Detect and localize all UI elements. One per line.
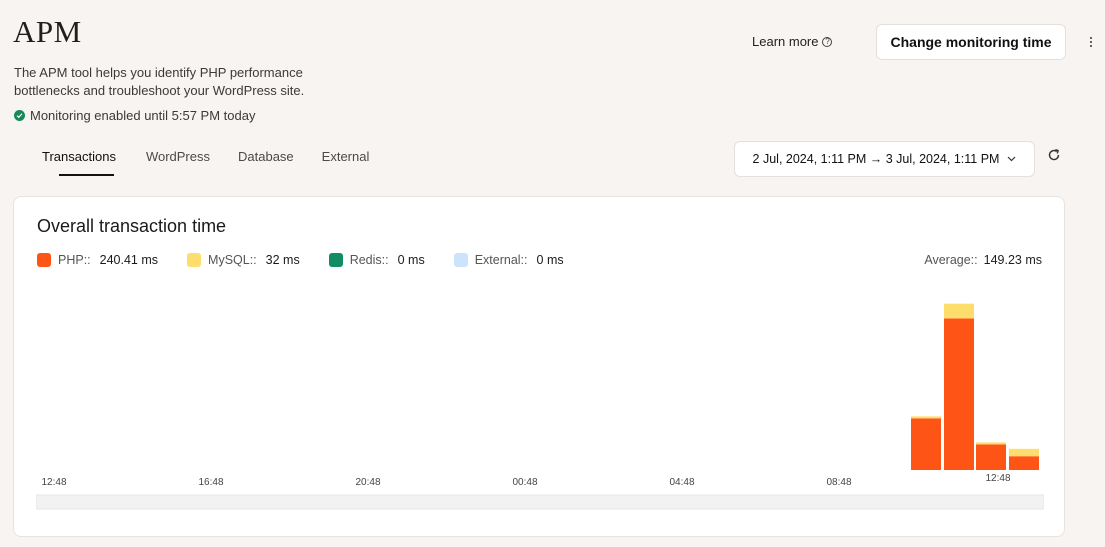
tab-database[interactable]: Database bbox=[224, 142, 308, 171]
x-tick-label: 20:48 bbox=[355, 477, 380, 488]
apm-page: APM The APM tool helps you identify PHP … bbox=[0, 0, 1105, 547]
card-title: Overall transaction time bbox=[37, 216, 227, 236]
bar-3-php[interactable] bbox=[976, 444, 1006, 470]
x-tick-label: 08:48 bbox=[826, 477, 851, 488]
bar-3-mysql[interactable] bbox=[976, 442, 1006, 445]
monitoring-status-text: Monitoring enabled until 5:57 PM today bbox=[30, 108, 256, 123]
page-title: APM bbox=[13, 14, 82, 49]
tab-bar: Transactions WordPress Database External bbox=[28, 142, 384, 176]
average-number: 149.23 ms bbox=[983, 253, 1042, 267]
x-tick-label: 00:48 bbox=[512, 477, 537, 488]
transaction-time-chart: 12:48 16:48 20:48 00:48 04:48 08:48 12:48 bbox=[36, 303, 1044, 510]
legend-value: 32 ms bbox=[265, 253, 300, 267]
bar-2-php[interactable] bbox=[944, 318, 974, 470]
legend-swatch-mysql bbox=[187, 253, 202, 267]
bar-4-mysql[interactable] bbox=[1009, 448, 1039, 457]
x-tick-label: 12:48 bbox=[985, 473, 1010, 484]
learn-more-link[interactable]: Learn more ? bbox=[752, 34, 833, 49]
legend-swatch-external bbox=[453, 253, 468, 267]
legend-value: 0 ms bbox=[397, 253, 425, 267]
help-circle-icon: ? bbox=[822, 36, 833, 47]
legend-label: PHP:: bbox=[58, 253, 91, 267]
legend-value: 0 ms bbox=[536, 253, 564, 267]
x-tick-label: 04:48 bbox=[669, 477, 694, 488]
legend-label: Redis:: bbox=[349, 253, 389, 267]
bar-2-mysql[interactable] bbox=[944, 303, 974, 319]
legend-item-external[interactable]: External:: 0 ms bbox=[453, 253, 564, 267]
tab-external[interactable]: External bbox=[308, 142, 384, 171]
chevron-down-icon bbox=[1008, 156, 1016, 162]
refresh-icon[interactable] bbox=[1045, 146, 1063, 164]
date-range-select[interactable]: 2 Jul, 2024, 1:11 PM → 3 Jul, 2024, 1:11… bbox=[734, 141, 1035, 177]
date-range-value: 2 Jul, 2024, 1:11 PM → 3 Jul, 2024, 1:11… bbox=[752, 152, 1000, 166]
x-tick-label: 16:48 bbox=[198, 477, 223, 488]
legend-item-redis[interactable]: Redis:: 0 ms bbox=[328, 253, 425, 267]
legend-label: MySQL:: bbox=[208, 253, 257, 267]
legend-label: External:: bbox=[474, 253, 528, 267]
legend-item-php[interactable]: PHP:: 240.41 ms bbox=[37, 253, 158, 267]
legend-value: 240.41 ms bbox=[99, 253, 159, 267]
average-label: Average:: bbox=[924, 253, 978, 267]
tab-transactions[interactable]: Transactions bbox=[28, 142, 132, 176]
learn-more-label: Learn more bbox=[752, 34, 819, 49]
legend-swatch-php bbox=[37, 253, 51, 267]
x-tick-label: 12:48 bbox=[41, 477, 66, 488]
bar-4-php[interactable] bbox=[1009, 456, 1039, 470]
more-options-icon[interactable] bbox=[1086, 33, 1096, 51]
monitoring-status: Monitoring enabled until 5:57 PM today bbox=[14, 108, 255, 123]
chart-legend: PHP:: 240.41 ms MySQL:: 32 ms Redis:: 0 … bbox=[37, 253, 564, 267]
transaction-time-card: Overall transaction time PHP:: 240.41 ms… bbox=[13, 196, 1065, 537]
average-value: Average:: 149.23 ms bbox=[924, 253, 1042, 267]
check-circle-icon bbox=[14, 110, 25, 121]
tab-wordpress[interactable]: WordPress bbox=[132, 142, 224, 171]
bar-1-php[interactable] bbox=[911, 418, 941, 470]
page-description: The APM tool helps you identify PHP perf… bbox=[14, 65, 305, 98]
change-monitoring-time-button[interactable]: Change monitoring time bbox=[876, 24, 1066, 60]
legend-item-mysql[interactable]: MySQL:: 32 ms bbox=[187, 253, 300, 267]
bar-1-mysql[interactable] bbox=[911, 416, 941, 419]
chart-brush[interactable] bbox=[36, 494, 1044, 510]
legend-swatch-redis bbox=[328, 253, 343, 267]
